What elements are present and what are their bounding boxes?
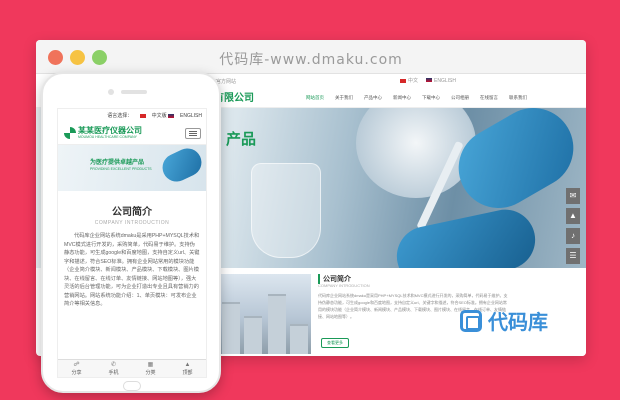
mobile-lang-en[interactable]: ENGLISH xyxy=(180,113,202,119)
nav-download[interactable]: 下载中心 xyxy=(422,95,440,101)
footer-share-label: 分享 xyxy=(71,370,82,376)
banner-subtitle: PROVIDING EXCELLENT PRODUCTS xyxy=(90,167,152,171)
top-icon: ▲ xyxy=(184,362,191,368)
lang-en-label: ENGLISH xyxy=(434,77,456,84)
glove-illustration xyxy=(157,145,206,187)
watermark: 代码库 xyxy=(460,306,548,335)
mobile-logo-en: MOUMOU HEALTHCARE COMPANY xyxy=(78,135,137,139)
phone-icon: ✆ xyxy=(110,362,117,368)
lang-en-link[interactable]: ENGLISH xyxy=(426,78,456,84)
mobile-lang-bar: 语言选择： 中文版 ENGLISH xyxy=(58,109,206,121)
footer-phone[interactable]: ✆ 手机 xyxy=(95,360,132,377)
mobile-lang-cn[interactable]: 中文版 xyxy=(152,113,167,119)
camera-icon xyxy=(108,89,114,95)
lang-label: 语言选择： xyxy=(107,113,133,119)
mobile-screen: 语言选择： 中文版 ENGLISH 某某医疗仪器公司 MOUMOU HEALTH… xyxy=(57,108,207,378)
phone-top xyxy=(43,74,219,108)
phone-mockup: 语言选择： 中文版 ENGLISH 某某医疗仪器公司 MOUMOU HEALTH… xyxy=(41,72,221,393)
nav-contact[interactable]: 联系我们 xyxy=(509,95,527,101)
lang-cn-label: 中文 xyxy=(408,78,419,84)
uk-flag-icon xyxy=(426,78,433,83)
nav-home[interactable]: 网站首页 xyxy=(306,95,324,101)
footer-category-label: 分类 xyxy=(145,370,156,376)
banner-title: 为医疗提供卓越产品 xyxy=(90,160,145,166)
building-shape xyxy=(268,294,286,354)
mobile-header: 某某医疗仪器公司 MOUMOU HEALTHCARE COMPANY xyxy=(58,121,206,145)
desktop-lang-switch: 中文 ENGLISH xyxy=(400,77,456,84)
building-image xyxy=(216,274,311,354)
building-shape xyxy=(290,324,308,354)
china-flag-icon xyxy=(139,113,146,118)
nav-album[interactable]: 公司相册 xyxy=(451,95,469,101)
glove-illustration-lower xyxy=(391,204,541,268)
hero-text: 产品 xyxy=(226,131,257,148)
category-icon: ▦ xyxy=(147,362,154,368)
mobile-section-title: 公司简介 xyxy=(112,207,152,218)
side-toolbar: ✉ ▲ ♪ ☰ xyxy=(566,188,580,264)
footer-phone-label: 手机 xyxy=(108,370,119,376)
nav-about[interactable]: 关于我们 xyxy=(335,95,353,101)
about-subheading: COMPANY INTRODUCTION xyxy=(318,283,370,288)
china-flag-icon xyxy=(400,78,407,83)
watermark-logo-icon xyxy=(460,309,482,332)
footer-category[interactable]: ▦ 分类 xyxy=(132,360,169,377)
building-shape xyxy=(244,316,262,354)
menu-icon[interactable]: ☰ xyxy=(566,248,580,264)
desktop-menu: 网站首页 关于我们 产品中心 新闻中心 下载中心 公司相册 在线留言 联系我们 xyxy=(306,95,527,101)
uk-flag-icon xyxy=(168,113,175,118)
lang-cn-link[interactable]: 中文 xyxy=(400,77,418,84)
nav-message[interactable]: 在线留言 xyxy=(480,95,498,101)
browser-titlebar: 代码库-www.dmaku.com xyxy=(36,40,586,74)
footer-top[interactable]: ▲ 顶部 xyxy=(169,360,206,377)
footer-top-label: 顶部 xyxy=(182,370,193,376)
browser-title: 代码库-www.dmaku.com xyxy=(219,52,403,68)
nav-products[interactable]: 产品中心 xyxy=(364,95,382,101)
mail-icon[interactable]: ✉ xyxy=(566,188,580,204)
mobile-footer-bar: ☍ 分享 ✆ 手机 ▦ 分类 ▲ 顶部 xyxy=(58,359,206,377)
share-icon: ☍ xyxy=(73,362,80,368)
watermark-text: 代码库 xyxy=(488,310,548,334)
mobile-intro-paragraph: 代码库企业网站系统dmaku是采用PHP+MYSQL技术和MVC模式进行开发的，… xyxy=(64,233,200,307)
mobile-banner: 为医疗提供卓越产品 PROVIDING EXCELLENT PRODUCTS xyxy=(58,145,206,191)
home-button[interactable] xyxy=(123,381,141,391)
nav-news[interactable]: 新闻中心 xyxy=(393,95,411,101)
up-icon[interactable]: ▲ xyxy=(566,208,580,224)
speaker-icon xyxy=(121,90,147,94)
logo-mark-icon xyxy=(64,127,76,139)
footer-share[interactable]: ☍ 分享 xyxy=(58,360,95,377)
flask-illustration xyxy=(251,163,321,258)
building-shape xyxy=(222,302,240,354)
hamburger-icon[interactable] xyxy=(185,128,201,139)
service-icon[interactable]: ♪ xyxy=(566,228,580,244)
about-more-button[interactable]: 查看更多 xyxy=(321,338,349,348)
